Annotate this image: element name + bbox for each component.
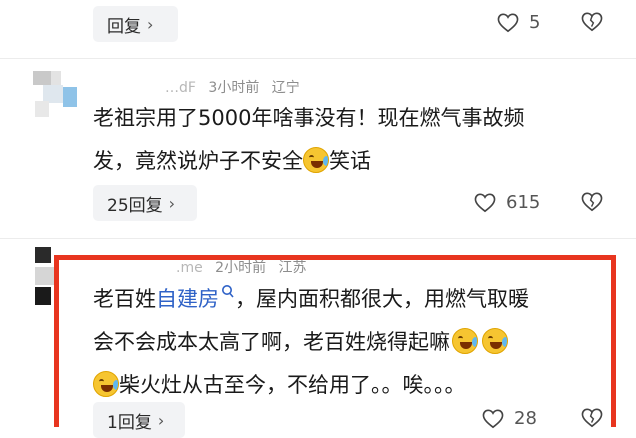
comment-line: 老祖宗用了5000年啥事没有！现在燃气事故频 [93,106,525,130]
reply-button[interactable]: 1回复 › [93,402,185,438]
comment-text: 老百姓自建房 ，屋内面积都很大，用燃气取暖 会不会成本太高了啊，老百姓烧得起嘛 柴… [93,278,529,407]
broken-heart-icon [581,12,603,32]
comment-fragment: 柴火灶从古至今，不给用了。。唉。。。 [119,373,466,397]
heart-outline-icon [474,193,496,212]
like-button[interactable]: 5 [497,12,540,33]
like-count: 5 [529,12,541,33]
reply-label: 25回复 [107,195,163,216]
dislike-button[interactable] [581,408,603,432]
like-count: 615 [506,192,541,213]
chevron-right-icon: › [168,193,176,213]
like-button[interactable]: 28 [482,408,537,429]
dislike-button[interactable] [581,192,603,216]
comment-line: 会不会成本太高了啊，老百姓烧得起嘛 [93,321,529,364]
reply-label: 回复 [107,16,141,37]
avatar[interactable] [33,71,77,117]
comment-meta: …dF 3小时前 辽宁 [165,77,308,97]
location: 辽宁 [271,80,300,96]
topic-link[interactable]: 自建房 [156,287,219,311]
username[interactable]: …dF [165,80,196,96]
divider [0,238,636,239]
laughing-crying-emoji-icon [482,328,508,354]
comment-fragment: 老百姓 [93,287,156,311]
divider [0,58,636,59]
comment-fragment: 发，竟然说炉子不安全 [93,149,303,173]
like-count: 28 [514,408,537,429]
like-button[interactable]: 615 [474,192,540,213]
heart-outline-icon [497,13,519,32]
comment-fragment: 会不会成本太高了啊，老百姓烧得起嘛 [93,330,450,354]
comment-fragment: ，屋内面积都很大，用燃气取暖 [235,287,529,311]
reply-label: 1回复 [107,412,152,433]
comment-line: 老百姓自建房 ，屋内面积都很大，用燃气取暖 [93,278,529,321]
chevron-right-icon: › [147,14,154,34]
comment-line: 发，竟然说炉子不安全 笑话 [93,140,524,183]
dislike-button[interactable] [581,12,603,36]
laughing-crying-emoji-icon [452,328,478,354]
heart-outline-icon [482,409,504,428]
laughing-crying-emoji-icon [303,147,329,173]
broken-heart-icon [581,192,603,212]
broken-heart-icon [581,408,603,428]
search-icon[interactable] [221,284,235,300]
reply-button[interactable]: 25回复 › [93,185,197,221]
laughing-crying-emoji-icon [93,371,119,397]
reply-button[interactable]: 回复 › [93,6,178,42]
comment-text: 老祖宗用了5000年啥事没有！现在燃气事故频 发，竟然说炉子不安全 笑话 [93,97,524,183]
comment-fragment: 笑话 [329,149,371,173]
timestamp: 3小时前 [208,80,260,96]
comment-line: 柴火灶从古至今，不给用了。。唉。。。 [93,364,529,407]
